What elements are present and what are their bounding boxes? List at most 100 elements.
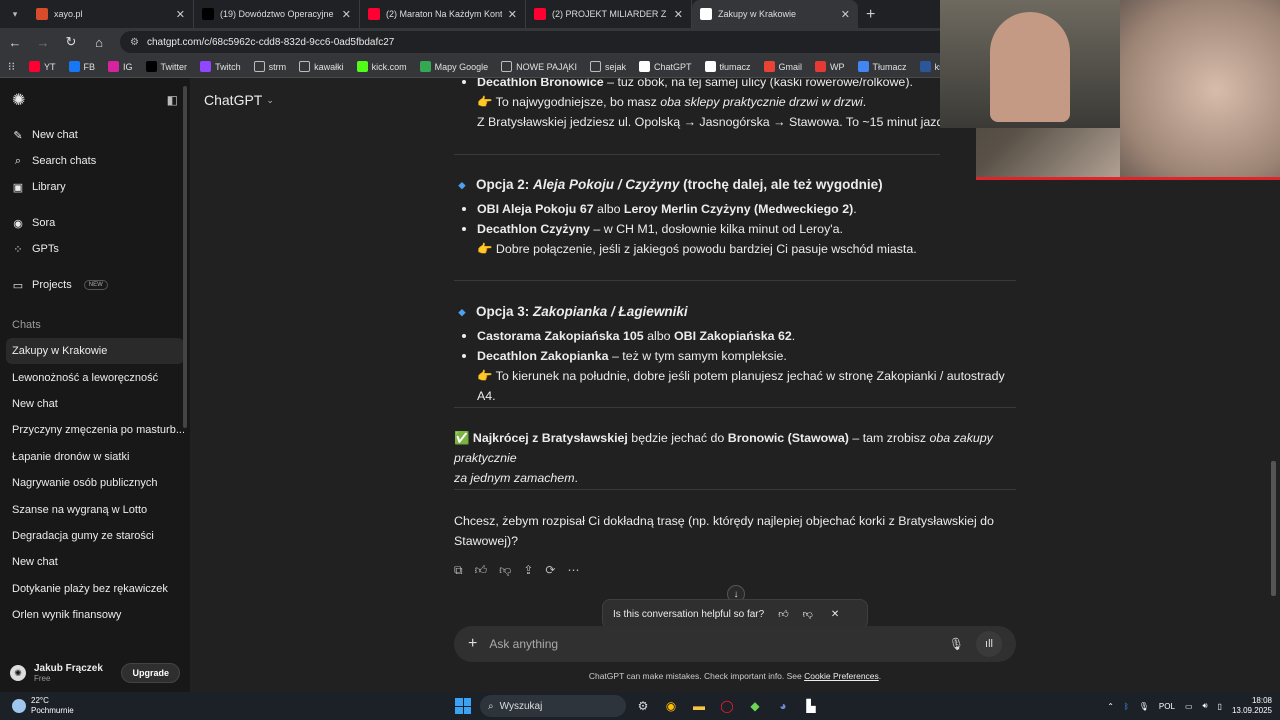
- close-sidebar-icon[interactable]: ◧: [167, 93, 178, 107]
- thumbs-up-icon[interactable]: 👍︎: [778, 608, 788, 620]
- note-text-end: .: [862, 95, 867, 109]
- regenerate-icon[interactable]: ⟳: [545, 560, 555, 580]
- close-icon[interactable]: ✕: [831, 609, 839, 620]
- bookmark-item[interactable]: ChatGPT: [639, 61, 692, 72]
- bookmark-item[interactable]: strm: [253, 61, 286, 72]
- chat-history-item[interactable]: Dotykanie plaży bez rękawiczek: [6, 576, 184, 602]
- thumbs-up-icon[interactable]: 👍︎: [475, 560, 488, 580]
- list-item: Decathlon Zakopianka – też w tym samym k…: [454, 346, 1016, 366]
- vpn-icon[interactable]: ◆: [744, 696, 766, 716]
- browser-tab[interactable]: Zakupy w Krakowie ✕: [692, 0, 858, 28]
- clock[interactable]: 18:08 13.09.2025: [1232, 696, 1272, 716]
- chat-history-item[interactable]: New chat: [6, 391, 184, 417]
- chevron-up-icon[interactable]: ⌃: [1107, 702, 1114, 711]
- chat-history-item[interactable]: Szanse na wygraną w Lotto: [6, 496, 184, 522]
- composer-input[interactable]: Ask anything: [489, 637, 936, 651]
- tab-search-icon[interactable]: ▾: [4, 3, 26, 25]
- browser-tab[interactable]: (2) PROJEKT MILIARDER Z MAL ✕: [526, 0, 692, 28]
- bookmark-item[interactable]: IG: [108, 61, 133, 72]
- address-bar[interactable]: ⚙ chatgpt.com/c/68c5962c-cdd8-832d-9cc6-…: [120, 31, 1020, 53]
- chat-history-item[interactable]: Przyczyny zmęczenia po masturb...: [6, 417, 184, 443]
- avatar[interactable]: ✺: [10, 665, 26, 681]
- sidebar-item-new-chat[interactable]: ✎ New chat: [0, 122, 190, 148]
- sidebar-item-projects[interactable]: ▭ Projects NEW: [0, 272, 190, 298]
- bluetooth-icon[interactable]: ᛒ: [1124, 702, 1129, 711]
- chat-history-item[interactable]: Nagrywanie osób publicznych: [6, 470, 184, 496]
- browser-tab[interactable]: (19) Dowództwo Operacyjne R ✕: [194, 0, 360, 28]
- bookmark-item[interactable]: Twitch: [200, 61, 241, 72]
- plus-icon[interactable]: +: [468, 635, 477, 653]
- chat-history-item[interactable]: Degradacja gumy ze starości: [6, 523, 184, 549]
- microphone-icon[interactable]: 🎙︎: [949, 637, 964, 651]
- file-explorer-icon[interactable]: ▬: [688, 696, 710, 716]
- close-tab-icon[interactable]: ✕: [841, 8, 850, 21]
- more-icon[interactable]: ⋯: [567, 560, 579, 580]
- discord-icon[interactable]: ◕: [772, 696, 794, 716]
- main-scrollbar[interactable]: [1271, 461, 1276, 596]
- sidebar-item-search-chats[interactable]: ⌕ Search chats: [0, 148, 190, 174]
- upgrade-button[interactable]: Upgrade: [121, 663, 180, 683]
- model-selector[interactable]: ChatGPT ⌄: [204, 92, 274, 108]
- taskbar-search[interactable]: ⌕ Wyszukaj: [480, 695, 626, 717]
- new-tab-button[interactable]: +: [866, 6, 875, 24]
- sidebar-scrollbar[interactable]: [183, 86, 187, 428]
- close-tab-icon[interactable]: ✕: [508, 8, 517, 21]
- share-icon[interactable]: ⇪: [523, 560, 533, 580]
- bookmark-label: Twitch: [215, 61, 241, 72]
- weather-widget[interactable]: 22°C Pochmurnie: [0, 696, 300, 716]
- chat-history-item[interactable]: Lewonożność a leworęczność: [6, 364, 184, 390]
- network-icon[interactable]: ▭: [1185, 702, 1193, 711]
- browser-tab[interactable]: xayo.pl ✕: [28, 0, 194, 28]
- opera-icon[interactable]: ◯: [716, 696, 738, 716]
- chat-history-item[interactable]: Łapanie dronów w siatki: [6, 444, 184, 470]
- chat-history-item[interactable]: Zakupy w Krakowie: [6, 338, 184, 365]
- summary-bold: Bronowic (Stawowa): [727, 431, 849, 445]
- user-profile[interactable]: ✺ Jakub Frączek Free Upgrade: [0, 654, 190, 692]
- youtube-icon: [29, 61, 40, 72]
- forward-icon[interactable]: →: [36, 35, 50, 50]
- home-icon[interactable]: ⌂: [92, 35, 106, 50]
- chat-history-item[interactable]: New chat: [6, 549, 184, 575]
- start-button[interactable]: [455, 698, 471, 714]
- chrome-icon[interactable]: ◉: [660, 696, 682, 716]
- task-view-icon[interactable]: ⚙: [632, 696, 654, 716]
- chat-history-item[interactable]: Orlen wynik finansowy: [6, 602, 184, 628]
- sidebar-item-library[interactable]: ▣ Library: [0, 174, 190, 200]
- bookmark-item[interactable]: sejak: [589, 61, 626, 72]
- back-icon[interactable]: ←: [8, 35, 22, 50]
- bookmark-item[interactable]: FB: [68, 61, 95, 72]
- close-tab-icon[interactable]: ✕: [176, 8, 185, 21]
- capcut-icon[interactable]: ▙: [800, 696, 822, 716]
- bookmark-item[interactable]: Mapy Google: [419, 61, 488, 72]
- cookie-preferences-link[interactable]: Cookie Preferences: [804, 671, 879, 681]
- list-text: – tuż obok, na tej samej ulicy (kaski ro…: [603, 78, 913, 89]
- bookmark-item[interactable]: tłumacz: [704, 61, 751, 72]
- volume-icon[interactable]: 🔊︎: [1203, 701, 1208, 711]
- apps-icon[interactable]: ⁝⁝: [8, 60, 15, 73]
- bookmark-item[interactable]: WP: [815, 61, 845, 72]
- voice-mode-icon[interactable]: ıll: [976, 631, 1002, 657]
- weather-temp: 22°C: [31, 696, 49, 705]
- browser-tab[interactable]: (2) Maraton Na Każdym Kontyn ✕: [360, 0, 526, 28]
- composer[interactable]: + Ask anything 🎙︎ ıll: [454, 626, 1016, 662]
- bookmark-item[interactable]: kick.com: [356, 61, 407, 72]
- bookmark-item[interactable]: Twitter: [145, 61, 187, 72]
- sidebar-item-sora[interactable]: ◉ Sora: [0, 210, 190, 236]
- bookmark-item[interactable]: kawałki: [299, 61, 344, 72]
- bookmark-item[interactable]: Gmail: [763, 61, 802, 72]
- openai-logo-icon[interactable]: ✺: [12, 90, 25, 110]
- language-indicator[interactable]: POL: [1159, 702, 1175, 711]
- bookmark-item[interactable]: Tłumacz: [857, 61, 907, 72]
- sidebar-item-gpts[interactable]: ⁘ GPTs: [0, 236, 190, 262]
- close-tab-icon[interactable]: ✕: [674, 8, 683, 21]
- copy-icon[interactable]: ⧉: [454, 560, 463, 580]
- bookmark-item[interactable]: YT: [29, 61, 56, 72]
- microphone-icon[interactable]: 🎙︎: [1139, 702, 1149, 711]
- battery-icon[interactable]: ▯: [1218, 702, 1222, 711]
- bookmark-item[interactable]: NOWE PAJĄKI: [501, 61, 577, 72]
- thumbs-down-icon[interactable]: 👎︎: [803, 608, 813, 620]
- site-info-icon[interactable]: ⚙: [130, 37, 139, 48]
- reload-icon[interactable]: ↻: [64, 34, 78, 50]
- close-tab-icon[interactable]: ✕: [342, 8, 351, 21]
- thumbs-down-icon[interactable]: 👎︎: [499, 560, 511, 580]
